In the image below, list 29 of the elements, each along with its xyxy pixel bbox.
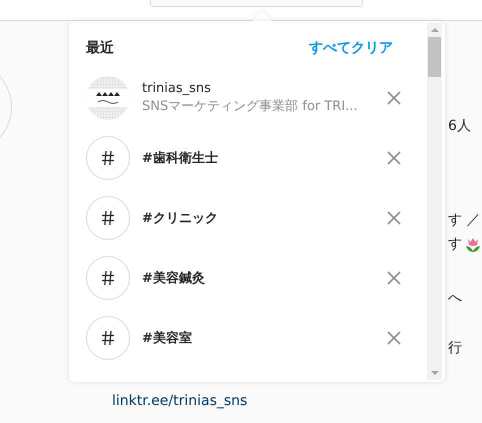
result-name[interactable]: #美容室 (142, 329, 192, 347)
profile-text: す ／ (448, 211, 480, 229)
result-name[interactable]: #クリニック (142, 209, 218, 227)
recent-item[interactable]: trinias_sns SNSマーケティング事業部 for TRI... (69, 68, 427, 128)
close-button[interactable] (387, 271, 401, 285)
close-button[interactable] (387, 331, 401, 345)
recent-item[interactable]: #美容鍼灸 (69, 248, 427, 308)
recent-title: 最近 (86, 38, 114, 56)
close-button[interactable] (387, 91, 401, 105)
recent-item[interactable]: #クリニック (69, 188, 427, 248)
recent-item[interactable]: #美容室 (69, 308, 427, 368)
scrollbar[interactable] (427, 23, 442, 380)
close-button[interactable] (387, 211, 401, 225)
profile-text: 行 (448, 339, 462, 357)
result-name[interactable]: trinias_sns (142, 81, 211, 96)
close-button[interactable] (387, 151, 401, 165)
result-name[interactable]: #美容鍼灸 (142, 269, 205, 287)
profile-link[interactable]: linktr.ee/trinias_sns (112, 393, 248, 409)
tulip-icon (465, 236, 481, 252)
hashtag-icon (101, 330, 115, 346)
recent-item[interactable]: #歯科衛生士 (69, 128, 427, 188)
hashtag-icon (101, 150, 115, 166)
profile-text: す (448, 235, 462, 253)
profile-text: へ (448, 289, 462, 307)
result-subtitle: SNSマーケティング事業部 for TRI... (142, 98, 358, 115)
result-name[interactable]: #歯科衛生士 (142, 149, 218, 167)
hashtag-icon (101, 210, 115, 226)
hashtag-icon (101, 270, 115, 286)
profile-text: 6人 (448, 117, 471, 135)
